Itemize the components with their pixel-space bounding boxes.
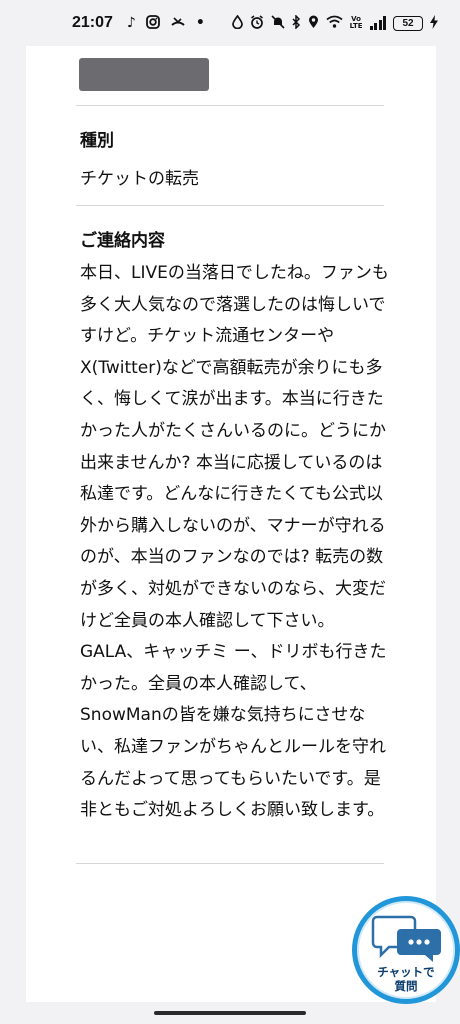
bluetooth-icon	[292, 13, 301, 32]
instagram-icon	[145, 14, 160, 32]
status-bar: 21:07 ♪ • Vo LTE 52	[0, 0, 460, 46]
chat-question-button[interactable]: チャットで 質問	[352, 896, 460, 1004]
location-icon	[308, 15, 319, 32]
tiktok-icon: ♪	[126, 15, 136, 31]
chat-bubbles-icon	[371, 915, 441, 962]
battery-icon: 52	[393, 15, 423, 31]
signal-icon	[369, 16, 386, 30]
divider	[76, 205, 384, 206]
missed-call-icon	[170, 15, 186, 32]
bell-off-icon	[271, 14, 285, 32]
content-label: ご連絡内容	[80, 231, 165, 251]
inquiry-card: 種別 チケットの転売 ご連絡内容 本日、LIVEの当落日でしたね。ファンも多く大…	[26, 46, 436, 1002]
volte-icon: Vo LTE	[349, 15, 363, 30]
type-value: チケットの転売	[80, 169, 199, 189]
content-message: 本日、LIVEの当落日でしたね。ファンも多く大人気なので落選したのは悔しいですけ…	[80, 263, 389, 821]
charging-icon	[430, 14, 438, 32]
redacted-field	[79, 58, 209, 91]
wifi-icon	[326, 15, 343, 31]
divider	[76, 863, 384, 864]
dot-icon: •	[195, 15, 205, 31]
divider	[76, 105, 384, 106]
chat-button-label: チャットで 質問	[377, 965, 435, 993]
status-right-icons: Vo LTE 52	[231, 13, 438, 32]
water-drop-icon	[231, 14, 243, 32]
home-indicator[interactable]	[154, 1011, 306, 1015]
status-time: 21:07	[72, 14, 113, 31]
status-left-icons: ♪ •	[126, 14, 205, 32]
type-label: 種別	[80, 131, 114, 151]
alarm-icon	[250, 14, 264, 32]
